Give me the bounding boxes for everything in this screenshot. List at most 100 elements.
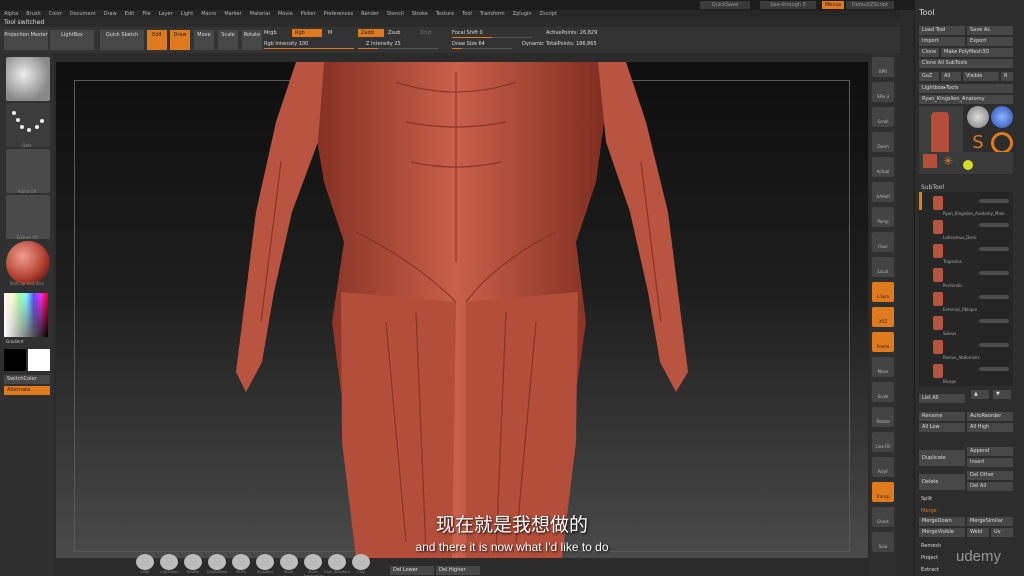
- shelf-line-fill-button[interactable]: Line Fill: [872, 432, 894, 452]
- menu-item-stroke[interactable]: Stroke: [408, 10, 432, 19]
- current-tool-slider[interactable]: Ryan_Kingslien_Anatomy: [919, 95, 1013, 104]
- subtool-visibility-icons[interactable]: [979, 223, 1009, 227]
- menu-item-preferences[interactable]: Preferences: [320, 10, 357, 19]
- append-button[interactable]: Append: [967, 447, 1013, 456]
- simplebrush-icon[interactable]: S: [967, 132, 989, 154]
- quicksave-button[interactable]: QuickSave: [700, 1, 750, 9]
- move-up-arrow-icon[interactable]: ▲: [971, 390, 989, 399]
- load-tool-button[interactable]: Load Tool: [919, 26, 965, 35]
- scale-button[interactable]: Scale: [218, 30, 238, 50]
- recent-tools-strip[interactable]: ✳: [919, 152, 1013, 174]
- subtool-item[interactable]: Biceps: [921, 362, 1021, 386]
- auto-reorder-button[interactable]: AutoReorder: [967, 412, 1013, 421]
- material-icon[interactable]: [6, 241, 50, 285]
- menu-item-render[interactable]: Render: [357, 10, 383, 19]
- subtool-item[interactable]: Ryan_Kingslien_Anatomy_Male: [921, 194, 1021, 218]
- del-higher-button[interactable]: Del Higher: [436, 566, 480, 575]
- subtool-visibility-icons[interactable]: [979, 247, 1009, 251]
- shelf-aahalf-button[interactable]: AAHalf: [872, 182, 894, 202]
- del-other-button[interactable]: Del Other: [967, 471, 1013, 480]
- goz-r-button[interactable]: R: [1001, 72, 1013, 81]
- all-low-button[interactable]: All Low: [919, 423, 965, 432]
- alpha-icon[interactable]: [6, 149, 50, 193]
- brush-icon[interactable]: [6, 57, 50, 101]
- split-section[interactable]: Split: [921, 495, 932, 503]
- brush-claytubes-icon[interactable]: [160, 554, 178, 570]
- shelf-bpr-button[interactable]: BPR: [872, 57, 894, 77]
- list-all-button[interactable]: List All: [919, 394, 965, 403]
- shelf-rotate-button[interactable]: Rotate: [872, 407, 894, 427]
- projection-master-button[interactable]: Projection Master: [4, 30, 48, 50]
- menu-item-brush[interactable]: Brush: [22, 10, 44, 19]
- draw-button[interactable]: Draw: [170, 30, 190, 50]
- subtool-visibility-icons[interactable]: [979, 343, 1009, 347]
- del-lower-button[interactable]: Del Lower: [390, 566, 434, 575]
- zsub-toggle[interactable]: Zsub: [388, 29, 400, 37]
- subtool-item[interactable]: Latissimus_Dorsi: [921, 218, 1021, 242]
- shelf-local-button[interactable]: Local: [872, 257, 894, 277]
- color-picker[interactable]: [4, 293, 48, 337]
- goz-all-button[interactable]: All: [941, 72, 961, 81]
- shelf-actual-button[interactable]: Actual: [872, 157, 894, 177]
- del-all-button[interactable]: Del All: [967, 482, 1013, 491]
- shelf-zoom-button[interactable]: Zoom: [872, 132, 894, 152]
- menu-item-zscript[interactable]: Zscript: [536, 10, 561, 19]
- main-color-swatch[interactable]: [4, 349, 26, 371]
- extract-section[interactable]: Extract: [921, 566, 939, 574]
- move-down-arrow-icon[interactable]: ▼: [993, 390, 1011, 399]
- shelf-spix-3-button[interactable]: SPix 3: [872, 82, 894, 102]
- all-high-button[interactable]: All High: [967, 423, 1013, 432]
- draw-size-slider[interactable]: Draw Size 64: [452, 40, 512, 49]
- shelf-move-button[interactable]: Move: [872, 357, 894, 377]
- subtool-item[interactable]: Pectoralis: [921, 266, 1021, 290]
- zadd-toggle[interactable]: Zadd: [358, 29, 384, 37]
- shelf-polyf-button[interactable]: PolyF: [872, 457, 894, 477]
- quick-sketch-button[interactable]: Quick Sketch: [100, 30, 144, 50]
- sphere-tool-icon[interactable]: [967, 106, 989, 128]
- menu-item-marker[interactable]: Marker: [220, 10, 245, 19]
- shelf-xyz-button[interactable]: XYZ: [872, 307, 894, 327]
- import-button[interactable]: Import: [919, 37, 965, 46]
- subtool-visibility-icons[interactable]: [979, 199, 1009, 203]
- lightbox-button[interactable]: LightBox: [50, 30, 94, 50]
- move-button[interactable]: Move: [194, 30, 214, 50]
- goz-button[interactable]: GoZ: [919, 72, 939, 81]
- subtool-item[interactable]: Rectus_Abdominis: [921, 338, 1021, 362]
- rgb-toggle[interactable]: Rgb: [292, 29, 322, 37]
- menu-item-picker[interactable]: Picker: [297, 10, 320, 19]
- brush-move-topological-icon[interactable]: [304, 554, 322, 570]
- make-polymesh-button[interactable]: Make PolyMesh3D: [941, 48, 1013, 57]
- lightbox-tools-button[interactable]: Lightbox▸Tools: [919, 84, 1013, 93]
- menu-item-edit[interactable]: Edit: [121, 10, 139, 19]
- see-through-slider[interactable]: See-through 0: [760, 1, 816, 9]
- subtool-item[interactable]: Soleus: [921, 314, 1021, 338]
- brush-claybuildup-icon[interactable]: [208, 554, 226, 570]
- subtool-visibility-icons[interactable]: [979, 295, 1009, 299]
- polysphere-tool-icon[interactable]: [991, 106, 1013, 128]
- brush-clay-icon[interactable]: [352, 554, 370, 570]
- z-intensity-slider[interactable]: Z Intensity 25: [358, 40, 438, 49]
- insert-button[interactable]: Insert: [967, 458, 1013, 467]
- menu-item-transform[interactable]: Transform: [476, 10, 509, 19]
- menu-item-macro[interactable]: Macro: [197, 10, 220, 19]
- subtool-visibility-icons[interactable]: [979, 367, 1009, 371]
- alternate-button[interactable]: Alternate: [4, 386, 50, 395]
- subtool-header[interactable]: SubTool: [921, 184, 944, 191]
- eraser-icon[interactable]: [991, 132, 1013, 154]
- brush-inflat-icon[interactable]: [136, 554, 154, 570]
- goz-visible-button[interactable]: Visible: [963, 72, 999, 81]
- brush-dam-standard-icon[interactable]: [328, 554, 346, 570]
- clone-button[interactable]: Clone: [919, 48, 939, 57]
- shelf-transp-button[interactable]: Transp: [872, 482, 894, 502]
- switch-color-button[interactable]: SwitchColor: [4, 375, 50, 384]
- delete-button[interactable]: Delete: [919, 474, 965, 490]
- zcut-toggle[interactable]: Zcut: [420, 29, 431, 37]
- shelf-frame-button[interactable]: Frame: [872, 332, 894, 352]
- shelf-persp-button[interactable]: Persp: [872, 207, 894, 227]
- secondary-color-swatch[interactable]: [28, 349, 50, 371]
- dynamic-toggle[interactable]: Dynamic: [522, 40, 544, 48]
- save-as-button[interactable]: Save As: [967, 26, 1013, 35]
- subtool-item[interactable]: Trapezius: [921, 242, 1021, 266]
- texture-icon[interactable]: [6, 195, 50, 239]
- mrgb-toggle[interactable]: Mrgb: [264, 29, 277, 37]
